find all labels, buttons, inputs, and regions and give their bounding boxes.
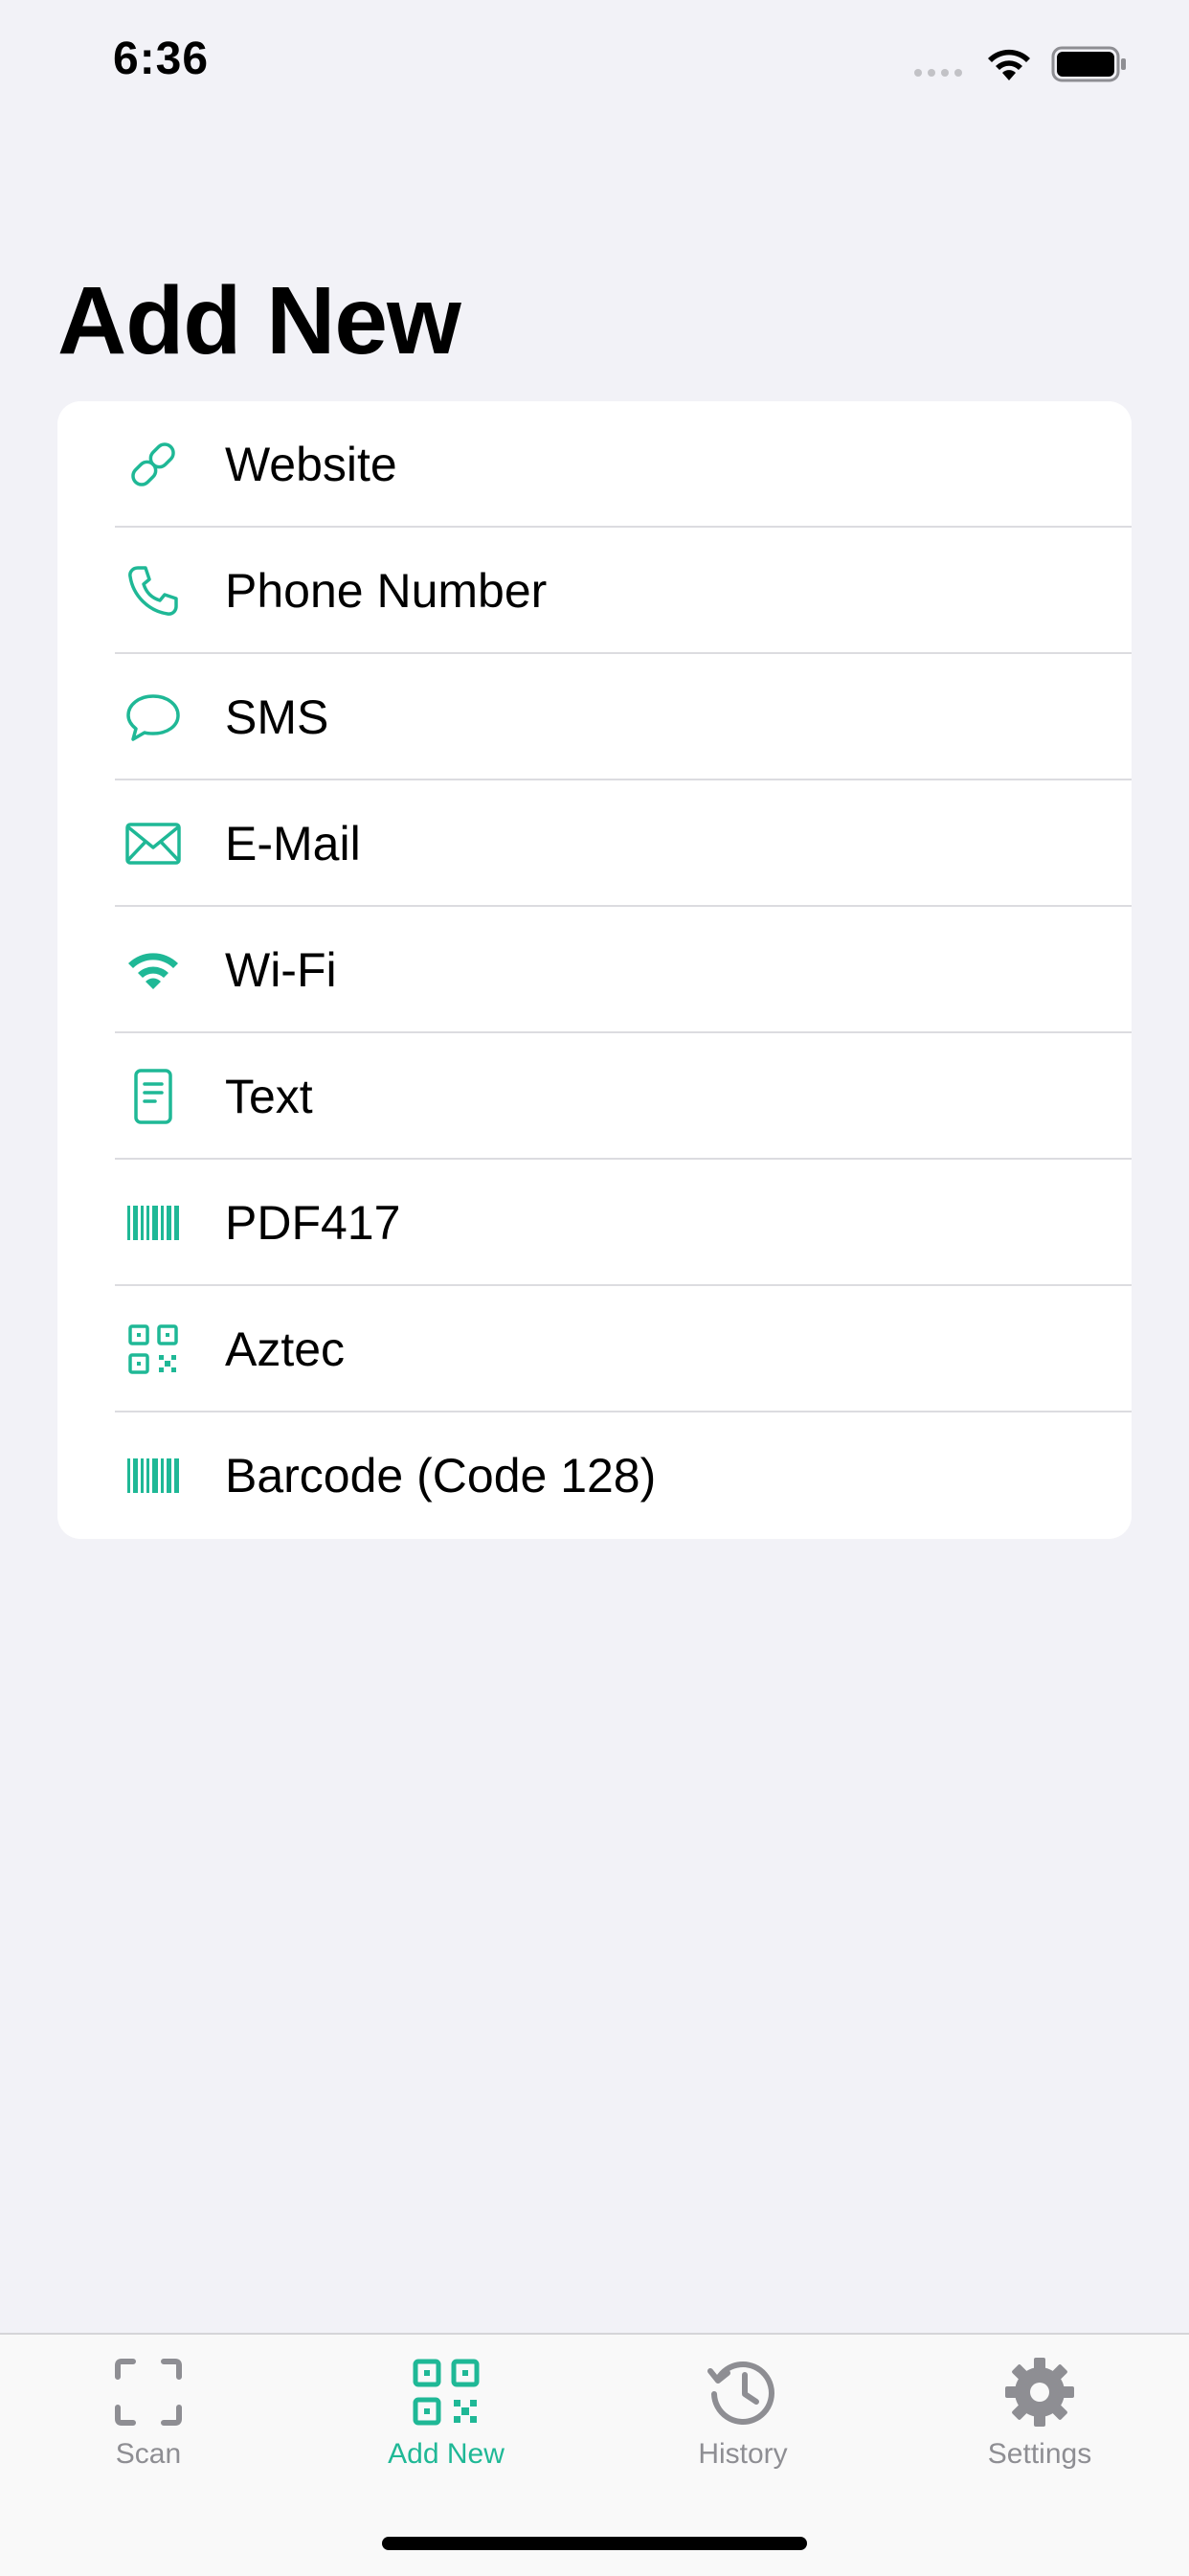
list-item-sms[interactable]: SMS [57, 654, 1132, 780]
add-new-list: Website Phone Number SMS E-Mail Wi-Fi Te… [57, 401, 1132, 1539]
battery-icon [1051, 46, 1126, 82]
barcode-icon [124, 1194, 182, 1252]
cellular-signal-icon [914, 69, 962, 77]
list-item-barcode-code128[interactable]: Barcode (Code 128) [57, 1412, 1132, 1539]
qr-code-icon [124, 1321, 182, 1378]
document-icon [124, 1068, 182, 1125]
clock-history-icon [707, 2361, 774, 2425]
tab-settings[interactable]: Settings [944, 2354, 1135, 2471]
list-item-label: Website [225, 438, 397, 491]
list-item-label: E-Mail [225, 817, 361, 870]
tab-label: History [698, 2438, 788, 2470]
list-item-label: Phone Number [225, 564, 548, 618]
link-icon [124, 436, 182, 493]
status-time: 6:36 [113, 34, 210, 84]
tab-label: Scan [115, 2438, 182, 2470]
envelope-icon [124, 815, 182, 872]
list-item-label: PDF417 [225, 1196, 401, 1250]
qr-code-icon [413, 2359, 480, 2426]
barcode-icon [124, 1447, 182, 1504]
wifi-icon [124, 941, 182, 999]
phone-icon [124, 562, 182, 620]
list-item-label: Aztec [225, 1322, 346, 1376]
home-indicator[interactable] [382, 2537, 807, 2550]
list-item-email[interactable]: E-Mail [57, 780, 1132, 907]
list-item-pdf417[interactable]: PDF417 [57, 1160, 1132, 1286]
list-item-text[interactable]: Text [57, 1033, 1132, 1160]
message-bubble-icon [124, 689, 182, 746]
list-item-website[interactable]: Website [57, 401, 1132, 528]
status-bar: 6:36 [0, 0, 1189, 134]
tab-label: Settings [987, 2438, 1092, 2470]
list-item-aztec[interactable]: Aztec [57, 1286, 1132, 1412]
wifi-status-icon [988, 49, 1030, 80]
list-item-label: Barcode (Code 128) [225, 1449, 657, 1503]
tab-add-new[interactable]: Add New [350, 2354, 542, 2471]
tab-history[interactable]: History [647, 2354, 839, 2471]
list-item-wifi[interactable]: Wi-Fi [57, 907, 1132, 1033]
tab-scan[interactable]: Scan [53, 2354, 244, 2471]
list-item-phone-number[interactable]: Phone Number [57, 528, 1132, 654]
gear-icon [1005, 2358, 1074, 2427]
list-item-label: Wi-Fi [225, 943, 337, 997]
list-item-label: Text [225, 1070, 313, 1123]
tab-label: Add New [388, 2438, 505, 2470]
scan-frame-icon [115, 2359, 182, 2426]
list-item-label: SMS [225, 690, 329, 744]
page-title: Add New [57, 267, 461, 374]
